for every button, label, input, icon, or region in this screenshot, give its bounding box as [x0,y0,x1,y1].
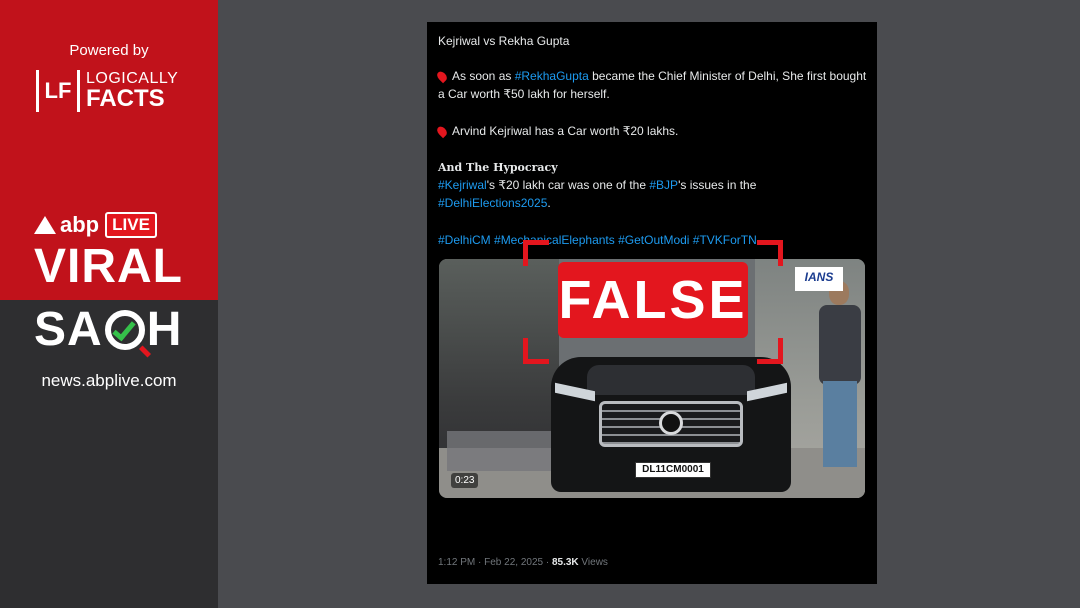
site-url: news.abplive.com [41,371,177,390]
tweet-paragraph-1: As soon as #RekhaGupta became the Chief … [435,67,868,103]
tweet-paragraph-2: Arvind Kejriwal has a Car worth ₹20 lakh… [435,122,868,140]
tweet-views-count: 85.3K [551,557,579,568]
tweet-meta: 1:12 PM · Feb 22, 2025 · 85.3K Views [438,557,608,568]
tweet-views-label: Views [578,557,608,568]
brand-sidebar: Powered by LF LOGICALLY FACTS abp LIVE V… [0,0,218,608]
hashtag-delhielections2025[interactable]: #DelhiElections2025 [438,196,547,210]
powered-by-text: Powered by [69,42,149,59]
sach-logo: SA H [34,303,183,358]
video-timecode: 0:23 [451,473,479,488]
viral-text: VIRAL [34,240,183,293]
live-badge: LIVE [105,212,157,238]
lf-line2: FACTS [86,85,165,112]
lf-mark: LF [36,70,80,112]
car-windshield [587,365,755,395]
tweet-timestamp[interactable]: 1:12 PM · Feb 22, 2025 · [438,557,552,568]
pin-icon [435,125,449,139]
video-blur-region [447,431,567,471]
false-label: FALSE [558,262,748,338]
abp-triangle-icon [34,216,56,234]
tweet-paragraph-3: #Kejriwal's ₹20 lakh car was one of the … [438,178,757,210]
tweet-title: Kejriwal vs Rekha Gupta [438,34,570,48]
stamp-corner-tl [523,240,549,266]
ians-watermark: IANS [795,267,843,291]
tweet-hypocracy-heading: And The Hypocracy [438,161,558,174]
hashtag-kejriwal[interactable]: #Kejriwal [438,178,487,192]
false-stamp: FALSE [523,240,783,364]
car-emblem-icon [659,411,683,435]
video-person [817,281,863,471]
stamp-corner-tr [757,240,783,266]
sach-text-start: SA [34,303,103,356]
abp-text: abp [60,212,100,237]
sach-text-end: H [146,303,183,356]
checkmark-magnifier-icon [104,310,151,358]
video-car: DL11CM0001 [551,357,791,492]
logically-facts-logo: LF LOGICALLY FACTS [36,70,178,112]
car-number-plate: DL11CM0001 [635,462,711,478]
abp-live-logo: abp LIVE [34,212,157,238]
stamp-corner-br [757,338,783,364]
pin-icon [435,70,449,84]
hashtag-rekhagupta[interactable]: #RekhaGupta [515,69,589,83]
hashtag-bjp[interactable]: #BJP [649,178,678,192]
stamp-corner-bl [523,338,549,364]
